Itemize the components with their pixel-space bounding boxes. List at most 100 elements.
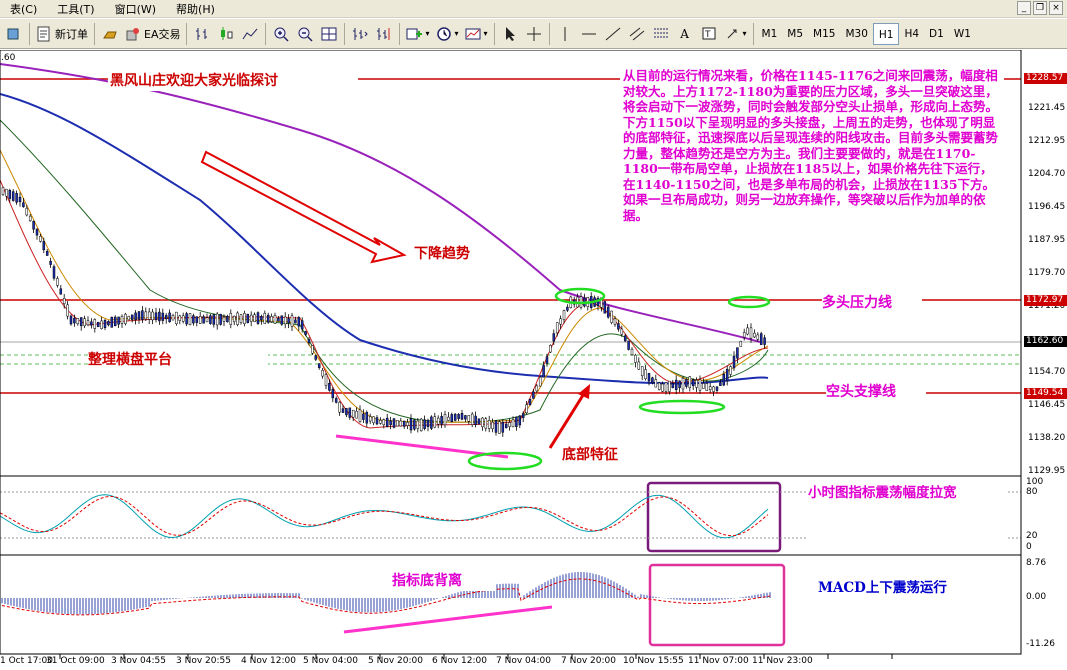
separator <box>94 22 95 45</box>
timeframe-m5[interactable]: M5 <box>782 23 808 45</box>
separator <box>493 22 495 45</box>
candle-body <box>385 417 389 428</box>
candle-body <box>413 419 416 430</box>
grid-icon <box>321 26 337 42</box>
support-price-tag: 1149.54 <box>1024 388 1067 399</box>
menu-item-chart[interactable]: 表(C) <box>0 1 47 17</box>
channel-button[interactable] <box>625 22 649 46</box>
strategy-tester-button[interactable] <box>98 22 122 46</box>
candle-body <box>260 316 263 321</box>
candle-body <box>351 409 355 418</box>
candle-body <box>719 382 722 386</box>
horizontal-line-button[interactable] <box>577 22 601 46</box>
candle-body <box>715 386 719 391</box>
menu-item-tools[interactable]: 工具(T) <box>47 1 104 17</box>
candle-body <box>406 422 409 426</box>
candle-body <box>188 313 192 325</box>
timeframe-h1[interactable]: H1 <box>872 22 900 45</box>
vertical-line-button[interactable] <box>553 22 577 46</box>
timeframe-w1[interactable]: W1 <box>949 23 976 45</box>
separator <box>752 22 754 45</box>
svg-text:T: T <box>704 30 711 40</box>
periods-button[interactable]: ▾ <box>433 22 462 46</box>
candle-body <box>759 333 763 345</box>
candle-body <box>736 347 739 359</box>
candle-body <box>229 313 233 325</box>
candle-body <box>93 319 97 329</box>
candle-body <box>538 376 542 387</box>
toolbar-left-edge[interactable] <box>2 22 26 46</box>
timeframe-m1[interactable]: M1 <box>757 23 783 45</box>
minimize-icon[interactable]: _ <box>1017 1 1031 15</box>
chart-shift-button[interactable] <box>372 22 396 46</box>
time-label: 7 Nov 04:00 <box>496 656 551 666</box>
candle-body <box>314 355 318 360</box>
candle-body <box>749 327 753 339</box>
line-chart-button[interactable] <box>238 22 262 46</box>
candle-body <box>606 306 610 318</box>
stoch-main-line <box>0 494 769 539</box>
auto-scroll-button[interactable] <box>348 22 372 46</box>
price-tick: 1146.45 <box>1028 400 1066 410</box>
label-tool-button[interactable]: T <box>697 22 721 46</box>
text-tool-button[interactable]: A <box>673 22 697 46</box>
price-tick: 1196.45 <box>1028 202 1066 212</box>
candle-body <box>362 413 365 420</box>
timeframe-m30[interactable]: M30 <box>840 23 872 45</box>
price-tick: 1138.20 <box>1028 433 1066 443</box>
bar-chart-button[interactable] <box>190 22 214 46</box>
candle-body <box>603 301 607 314</box>
new-order-button[interactable]: 新订单 <box>33 22 91 46</box>
trendline-button[interactable] <box>601 22 625 46</box>
timeframe-h4[interactable]: H4 <box>899 23 924 45</box>
candle-body <box>192 315 195 324</box>
candle-body <box>280 315 284 325</box>
candle-chart-button[interactable] <box>214 22 238 46</box>
candle-body <box>42 241 46 251</box>
candle-body <box>321 370 324 377</box>
fibonacci-button[interactable] <box>649 22 673 46</box>
close-icon[interactable]: × <box>1049 1 1063 15</box>
candle-body <box>447 416 450 421</box>
candle-body <box>96 322 100 328</box>
price-chart-window[interactable]: 黑风山庄欢迎大家光临探讨 下降趋势 整理横盘平台 底部特征 多头压力线 空头支撑… <box>0 50 1067 670</box>
candle-body <box>457 414 460 419</box>
candle-body <box>222 316 226 322</box>
timeframe-d1[interactable]: D1 <box>924 23 949 45</box>
candle-body <box>311 345 314 354</box>
menu-item-window[interactable]: 窗口(W) <box>105 1 166 17</box>
arrows-button[interactable]: ▾ <box>721 22 750 46</box>
tile-windows-button[interactable] <box>317 22 341 46</box>
candle-body <box>627 340 630 350</box>
candle-body <box>307 339 311 344</box>
window-controls: _ ❐ × <box>1017 1 1063 15</box>
zoom-in-button[interactable] <box>269 22 293 46</box>
candle-body <box>651 377 654 384</box>
cursor-tool-button[interactable] <box>498 22 522 46</box>
candle-body <box>549 344 552 353</box>
text-tool-icon: A <box>680 26 689 41</box>
templates-button[interactable]: ▾ <box>462 22 491 46</box>
candle-body <box>345 408 348 416</box>
candle-body <box>290 315 294 327</box>
candle-body <box>134 312 137 321</box>
restore-icon[interactable]: ❐ <box>1033 1 1047 15</box>
candle-body <box>552 333 556 342</box>
candle-body <box>630 349 634 355</box>
candle-body <box>39 235 42 242</box>
timeframe-m15[interactable]: M15 <box>808 23 840 45</box>
candle-body <box>389 420 392 426</box>
zoom-out-button[interactable] <box>293 22 317 46</box>
candle-body <box>171 315 175 321</box>
channel-icon <box>629 26 645 42</box>
candle-body <box>498 421 501 434</box>
upper-level-price-tag: 1172.97 <box>1024 295 1067 306</box>
menu-item-help[interactable]: 帮助(H) <box>166 1 225 17</box>
indicators-button[interactable]: ▾ <box>403 22 432 46</box>
crosshair-tool-button[interactable] <box>522 22 546 46</box>
candle-body <box>504 423 508 429</box>
candle-body <box>443 414 447 426</box>
ea-label: EA交易 <box>144 27 181 41</box>
macd-window <box>1 572 771 616</box>
expert-advisors-button[interactable]: EA交易 <box>122 22 183 46</box>
